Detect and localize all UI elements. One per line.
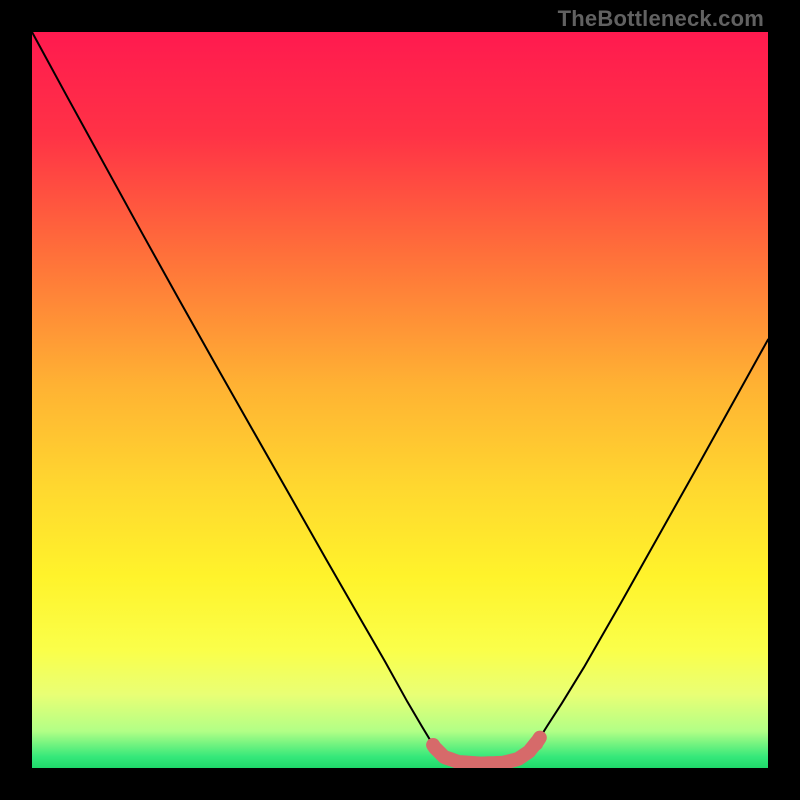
chart-plot-area (32, 32, 768, 768)
chart-frame: TheBottleneck.com (0, 0, 800, 800)
gradient-background (32, 32, 768, 768)
chart-svg (32, 32, 768, 768)
watermark-text: TheBottleneck.com (558, 6, 764, 32)
marker-point-icon (529, 737, 543, 751)
